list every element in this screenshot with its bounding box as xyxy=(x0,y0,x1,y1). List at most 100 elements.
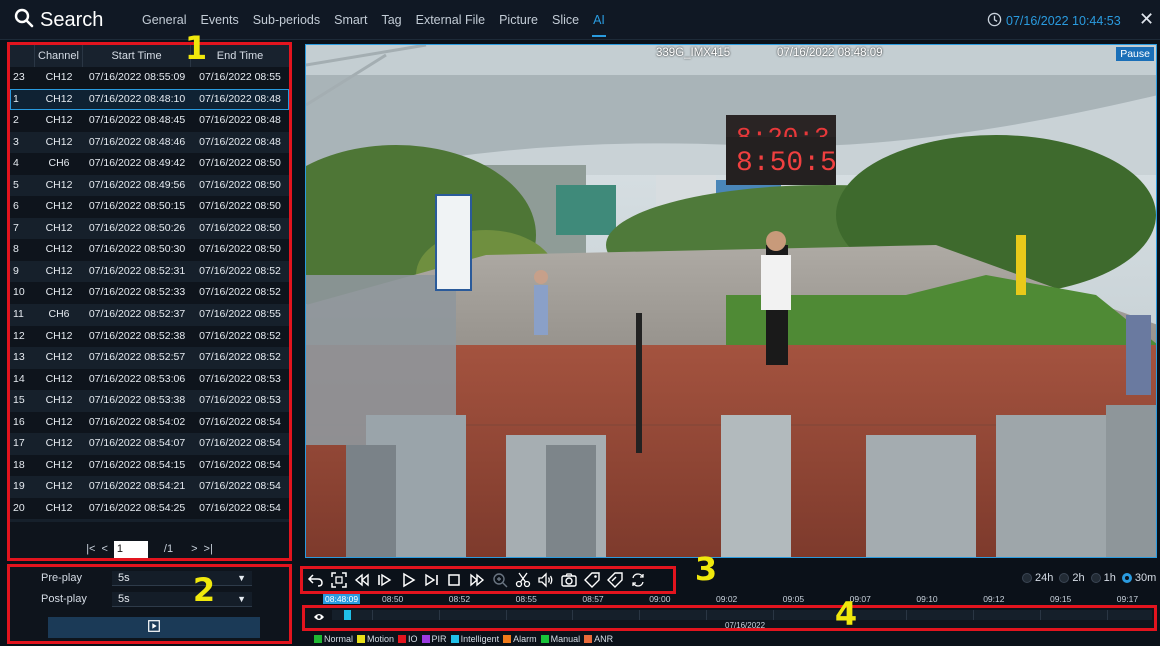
zoom-icon[interactable] xyxy=(490,570,510,590)
results-panel: Channel Start Time End Time 23 CH12 07/16/… xyxy=(7,42,292,561)
sync-icon[interactable] xyxy=(628,570,648,590)
table-row[interactable]: 15 CH12 07/16/2022 08:53:38 07/16/2022 08:5… xyxy=(10,390,289,412)
timeline-tick-label: 09:15 xyxy=(1050,594,1072,604)
clip-icon[interactable] xyxy=(513,570,533,590)
col-start-time[interactable]: Start Time xyxy=(83,45,191,67)
zoom-option-label: 2h xyxy=(1072,572,1085,584)
fullscreen-icon[interactable] xyxy=(329,570,349,590)
last-page-button[interactable]: >| xyxy=(204,543,213,555)
preplay-select[interactable]: 5s ▼ xyxy=(112,570,252,586)
row-end-time: 07/16/2022 08:50 xyxy=(199,178,281,191)
table-row[interactable]: 9 CH12 07/16/2022 08:52:31 07/16/2022 08:52 xyxy=(10,260,289,283)
timeline-cursor[interactable] xyxy=(344,610,351,620)
pause-status: Pause xyxy=(1116,47,1154,61)
undo-icon[interactable] xyxy=(306,570,326,590)
row-index: 12 xyxy=(13,329,25,342)
eye-icon[interactable] xyxy=(313,609,325,627)
postplay-select[interactable]: 5s ▼ xyxy=(112,591,252,607)
zoom-option-1h[interactable]: 1h xyxy=(1090,572,1116,584)
legend-label: PIR xyxy=(431,634,447,644)
col-channel[interactable]: Channel xyxy=(35,45,83,67)
table-row[interactable]: 5 CH12 07/16/2022 08:49:56 07/16/2022 08:50 xyxy=(10,174,289,197)
table-row[interactable]: 10 CH12 07/16/2022 08:52:33 07/16/2022 08:5… xyxy=(10,282,289,304)
video-player[interactable]: 8:20:3 8:50:5 339G_IMX415 07/16/2022 08:… xyxy=(305,44,1157,558)
system-datetime: 07/16/2022 10:44:53 xyxy=(987,12,1121,30)
play-icon[interactable] xyxy=(398,570,418,590)
step-back-icon[interactable] xyxy=(375,570,395,590)
table-row[interactable]: 19 CH12 07/16/2022 08:54:21 07/16/2022 08:5… xyxy=(10,476,289,498)
table-row[interactable]: 18 CH12 07/16/2022 08:54:15 07/16/2022 08:5… xyxy=(10,455,289,477)
row-index: 19 xyxy=(13,480,25,493)
timeline-tick-label: 09:00 xyxy=(649,594,671,604)
zoom-option-24h[interactable]: 24h xyxy=(1022,572,1053,584)
tab-smart[interactable]: Smart xyxy=(327,0,374,40)
timeline-tick-label: 09:17 xyxy=(1116,594,1139,604)
tab-slice[interactable]: Slice xyxy=(545,0,586,40)
row-index: 13 xyxy=(13,351,25,364)
tab-tag[interactable]: Tag xyxy=(374,0,408,40)
table-row[interactable]: 4 CH6 07/16/2022 08:49:42 07/16/2022 08:50 xyxy=(10,153,289,175)
stop-icon[interactable] xyxy=(444,570,464,590)
page-title: Search xyxy=(40,8,104,31)
step-forward-icon[interactable] xyxy=(421,570,441,590)
table-row[interactable]: 20 CH12 07/16/2022 08:54:25 07/16/2022 08:5… xyxy=(10,498,289,520)
camera-name: 339G_IMX415 xyxy=(656,47,731,59)
timeline-gridline xyxy=(906,610,908,620)
row-channel: CH12 xyxy=(45,437,73,450)
tag-icon[interactable] xyxy=(582,570,602,590)
snapshot-icon[interactable] xyxy=(559,570,579,590)
legend-label: Intelligent xyxy=(460,634,500,644)
close-icon[interactable]: ✕ xyxy=(1139,9,1154,29)
table-row[interactable]: 8 CH12 07/16/2022 08:50:30 07/16/2022 08:50 xyxy=(10,239,289,261)
timeline-date: 07/16/2022 xyxy=(725,621,766,630)
table-row[interactable]: 12 CH12 07/16/2022 08:52:38 07/16/2022 08:5… xyxy=(10,326,289,348)
tab-external-file[interactable]: External File xyxy=(409,0,492,40)
tag-edit-icon[interactable] xyxy=(605,570,625,590)
row-index: 15 xyxy=(13,394,25,407)
table-row[interactable]: 13 CH12 07/16/2022 08:52:57 07/16/2022 08:5… xyxy=(10,347,289,369)
table-row[interactable]: 16 CH12 07/16/2022 08:54:02 07/16/2022 08:5… xyxy=(10,412,289,434)
page-input[interactable] xyxy=(113,540,148,558)
table-row[interactable]: 2 CH12 07/16/2022 08:48:45 07/16/2022 08:48 xyxy=(10,110,289,132)
timeline-tick-label: 08:50 xyxy=(382,594,404,604)
zoom-option-label: 24h xyxy=(1035,572,1054,584)
row-end-time: 07/16/2022 08:50 xyxy=(199,243,281,256)
row-channel: CH12 xyxy=(45,135,73,148)
fast-forward-icon[interactable] xyxy=(467,570,487,590)
table-row[interactable]: 14 CH12 07/16/2022 08:53:06 07/16/2022 08:5… xyxy=(10,369,289,391)
row-start-time: 07/16/2022 08:50:30 xyxy=(88,243,186,256)
table-row[interactable]: 7 CH12 07/16/2022 08:50:26 07/16/2022 08:50 xyxy=(10,217,289,240)
next-page-button[interactable]: > xyxy=(191,543,197,555)
first-page-button[interactable]: |< xyxy=(86,543,95,555)
table-row[interactable]: 3 CH12 07/16/2022 08:48:46 07/16/2022 08:48 xyxy=(10,131,289,154)
table-row[interactable]: 21CH1207/16/2022 08:54:2607/16/2022 08:5… xyxy=(10,519,289,522)
row-start-time: 07/16/2022 08:54:25 xyxy=(88,501,186,514)
row-channel: CH12 xyxy=(35,519,83,522)
prev-page-button[interactable]: < xyxy=(101,543,107,555)
row-channel: CH12 xyxy=(45,458,73,471)
tab-ai[interactable]: AI xyxy=(586,0,612,40)
table-row[interactable]: 1 CH12 07/16/2022 08:48:10 07/16/2022 08:48 xyxy=(10,88,289,111)
table-row[interactable]: 11 CH6 07/16/2022 08:52:37 07/16/2022 08:55 xyxy=(10,304,289,326)
tab-sub-periods[interactable]: Sub-periods xyxy=(246,0,327,40)
zoom-option-30m[interactable]: 30m xyxy=(1121,572,1156,584)
audio-icon[interactable] xyxy=(536,570,556,590)
play-button[interactable] xyxy=(48,617,260,638)
radio-icon xyxy=(1022,573,1032,583)
table-row[interactable]: 6 CH12 07/16/2022 08:50:15 07/16/2022 08:50 xyxy=(10,196,289,218)
clock2-text: 8:50:5 xyxy=(736,148,837,179)
legend-label: ANR xyxy=(594,634,614,644)
rewind-icon[interactable] xyxy=(352,570,372,590)
table-row[interactable]: 17 CH12 07/16/2022 08:54:07 07/16/2022 08:5… xyxy=(10,433,289,455)
row-channel: CH12 xyxy=(45,415,73,428)
timeline[interactable]: 07/16/2022 xyxy=(302,605,1157,631)
timeline-track[interactable] xyxy=(332,610,1152,620)
row-index: 8 xyxy=(13,243,19,256)
table-row[interactable]: 23 CH12 07/16/2022 08:55:09 07/16/2022 08:5… xyxy=(10,67,289,89)
preplay-panel: Pre-play 5s ▼ Post-play 5s ▼ xyxy=(7,564,292,644)
legend-swatch xyxy=(540,635,549,643)
top-bar: Search General Events Sub-periods Smart Tag E… xyxy=(0,0,1160,40)
tab-picture[interactable]: Picture xyxy=(492,0,545,40)
zoom-option-2h[interactable]: 2h xyxy=(1059,572,1085,584)
legend-swatch xyxy=(503,635,512,643)
